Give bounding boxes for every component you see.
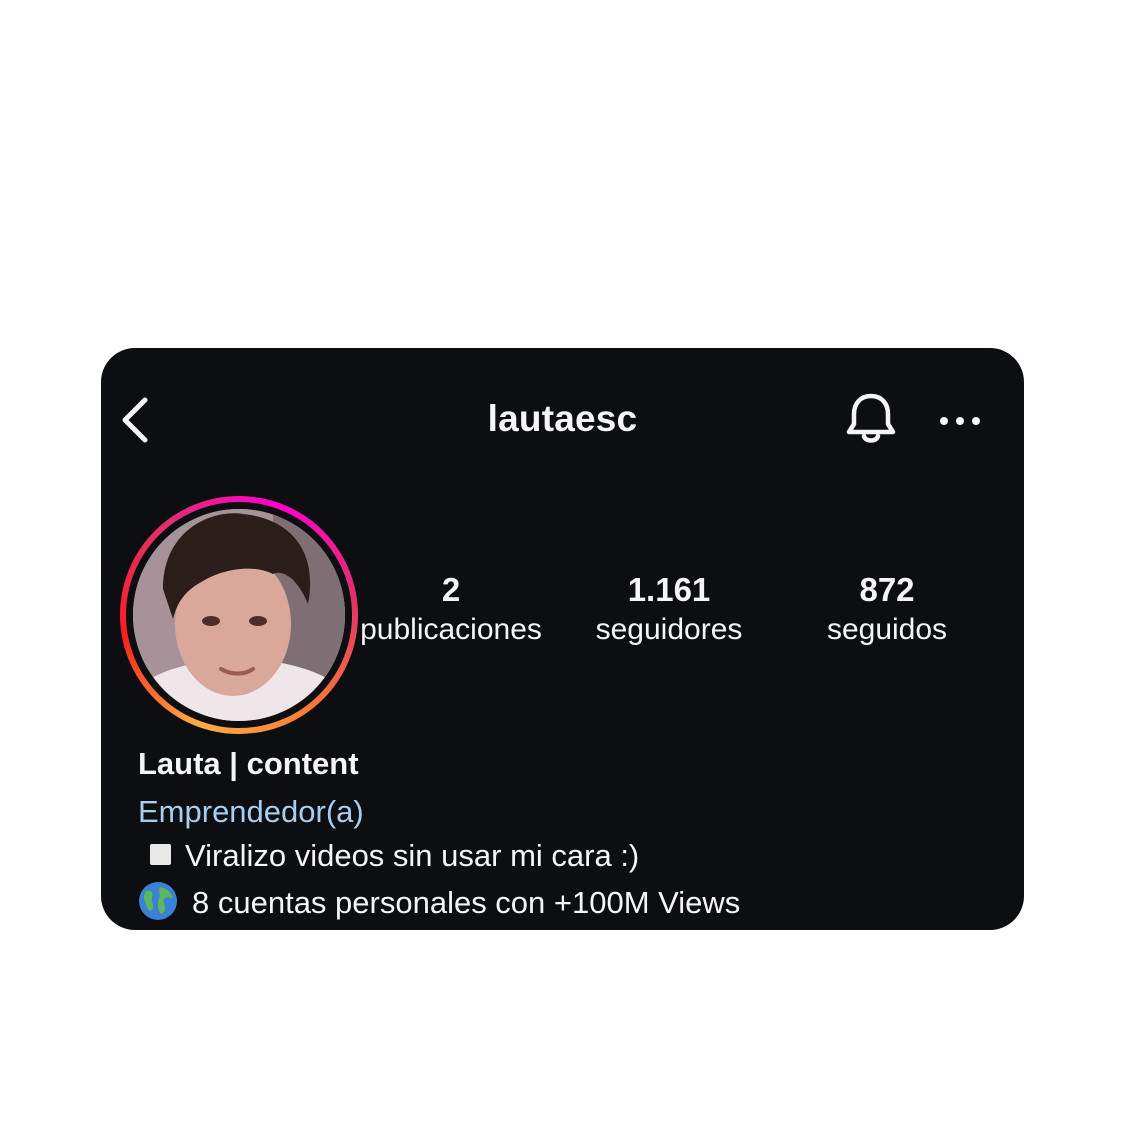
posts-label: publicaciones <box>360 613 542 646</box>
avatar <box>133 509 345 721</box>
following-label: seguidos <box>826 613 948 646</box>
display-name: Lauta | content <box>138 746 359 781</box>
bio-text: 8 cuentas personales con +100M Views <box>192 885 741 920</box>
bio-line: 8 cuentas personales con +100M Views <box>138 881 740 921</box>
bio-line: Viralizo videos sin usar mi cara :) <box>138 838 639 874</box>
posts-stat[interactable]: 2 publicaciones <box>341 570 561 650</box>
bell-icon <box>846 393 896 443</box>
notifications-button[interactable] <box>843 390 899 450</box>
followers-stat[interactable]: 1.161 seguidores <box>559 570 779 650</box>
story-ring[interactable] <box>120 496 358 734</box>
following-count: 872 <box>859 571 915 608</box>
white-square-icon <box>150 844 171 865</box>
posts-count: 2 <box>441 571 461 608</box>
globe-icon <box>139 882 177 920</box>
followers-label: seguidores <box>595 613 743 646</box>
more-options-button[interactable] <box>935 406 985 436</box>
following-stat[interactable]: 872 seguidos <box>777 570 997 650</box>
bio-text: Viralizo videos sin usar mi cara :) <box>185 838 640 873</box>
profile-card: lautaesc 2 publicaciones 1.161 seguidore… <box>101 348 1024 930</box>
followers-count: 1.161 <box>627 571 711 608</box>
more-horizontal-icon <box>940 417 980 425</box>
category-label: Emprendedor(a) <box>138 794 364 829</box>
